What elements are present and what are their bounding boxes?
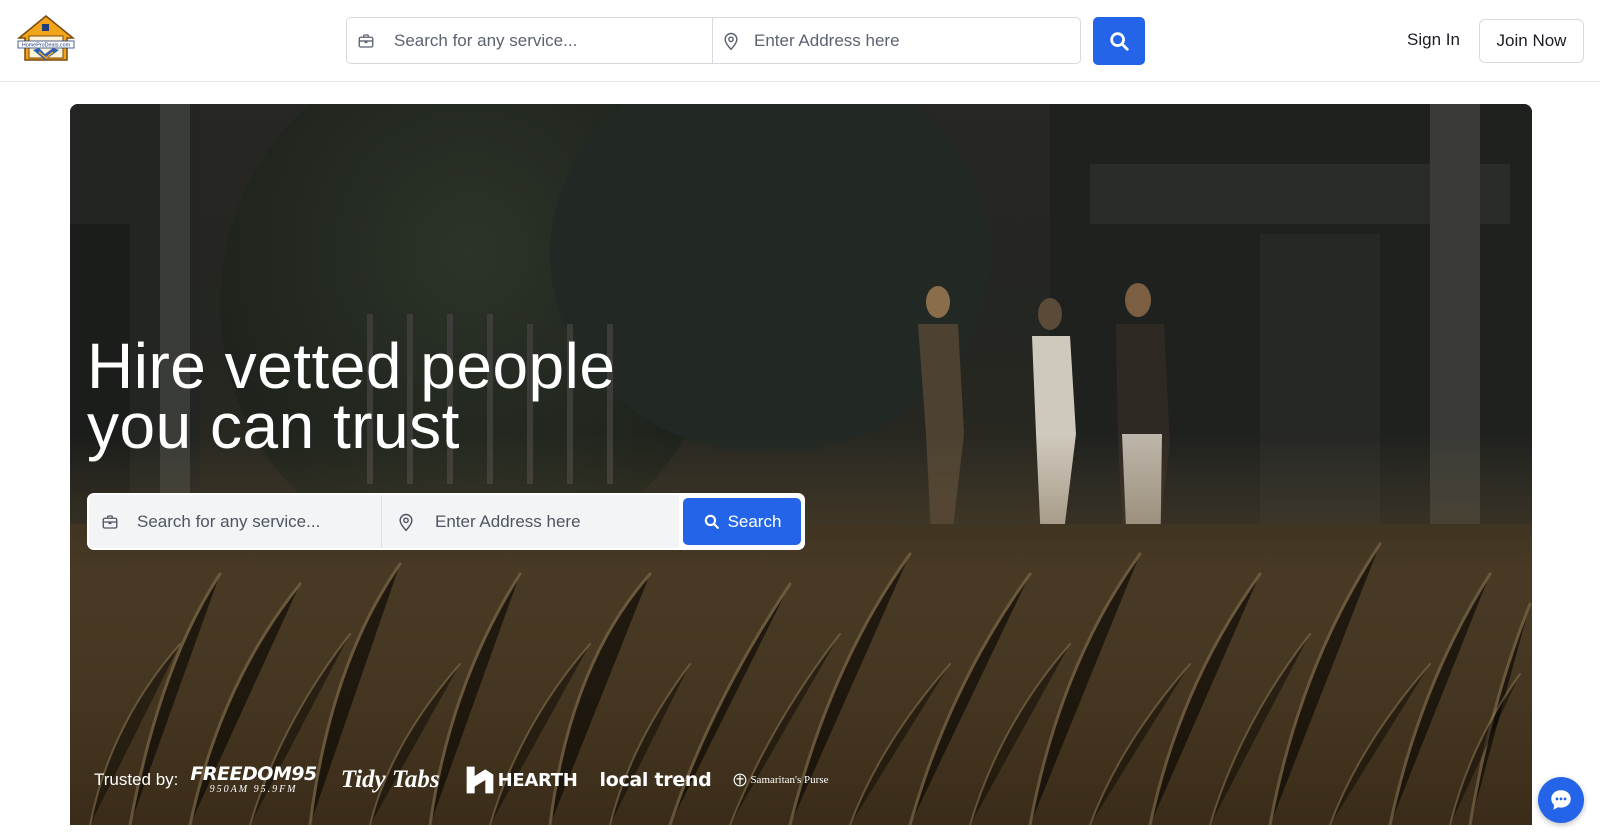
hero-address-segment xyxy=(382,495,679,548)
hero-service-input[interactable] xyxy=(89,495,381,548)
search-icon xyxy=(703,513,720,530)
hero-search-button[interactable]: Search xyxy=(683,498,801,545)
hearth-mark-icon xyxy=(466,766,493,794)
brand-logo-localtrend: local trend xyxy=(599,769,712,791)
briefcase-icon xyxy=(357,32,375,50)
brand-freedom95-sub: 950AM 95.9FM xyxy=(209,784,298,795)
hero-search-button-label: Search xyxy=(727,511,782,531)
brand-logo-freedom95: FREEDOM95 950AM 95.9FM xyxy=(190,763,317,795)
join-now-button[interactable]: Join Now xyxy=(1479,19,1584,63)
header-address-input[interactable] xyxy=(713,18,1080,63)
hero-headline-line-1: Hire vetted people xyxy=(87,330,616,402)
header-search-bar xyxy=(346,17,1081,64)
sign-in-link[interactable]: Sign In xyxy=(1407,29,1460,51)
header-service-input[interactable] xyxy=(347,18,712,63)
site-logo[interactable]: HomeProDeals.com xyxy=(15,14,77,66)
logo-wordmark: HomeProDeals.com xyxy=(22,43,71,49)
samaritan-mark-icon xyxy=(734,773,747,787)
map-pin-icon xyxy=(721,30,741,52)
trusted-by-strip: Trusted by: FREEDOM95 950AM 95.9FM Tidy … xyxy=(94,764,829,796)
hero-headline-line-2: you can trust xyxy=(87,390,460,462)
chat-icon xyxy=(1548,787,1574,813)
hero-search-bar: Search xyxy=(87,493,805,550)
header-address-segment xyxy=(713,18,1080,63)
header-service-segment xyxy=(347,18,713,63)
brand-logo-samaritans-purse: Samaritan's Purse xyxy=(733,773,829,787)
map-pin-icon xyxy=(396,511,416,533)
search-icon xyxy=(1108,30,1130,52)
brand-samaritan-name: Samaritan's Purse xyxy=(750,774,829,786)
chat-launcher-button[interactable] xyxy=(1538,777,1584,823)
hero-headline: Hire vetted people you can trust xyxy=(87,330,616,462)
header-search-button[interactable] xyxy=(1093,17,1145,65)
briefcase-icon xyxy=(101,513,119,531)
trusted-by-label: Trusted by: xyxy=(94,770,179,789)
hero-banner: Hire vetted people you can trust Search … xyxy=(70,104,1532,825)
hero-service-segment xyxy=(89,495,382,548)
hero-address-input[interactable] xyxy=(382,495,679,548)
brand-logo-tidytabs: Tidy Tabs xyxy=(340,766,440,793)
hero-background-image xyxy=(70,104,1532,825)
site-header: HomeProDeals.com Search for any service.… xyxy=(0,0,1600,82)
brand-freedom95-name: FREEDOM95 xyxy=(190,763,317,785)
brand-logo-hearth: HEARTH xyxy=(464,764,578,796)
brand-hearth-name: HEARTH xyxy=(497,769,578,791)
